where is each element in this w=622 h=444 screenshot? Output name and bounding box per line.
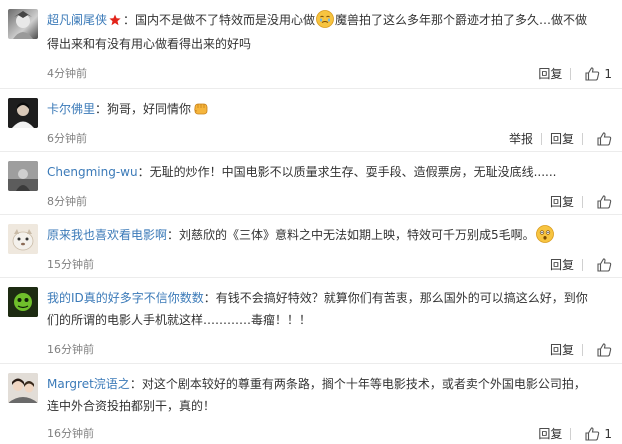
thumbs-up-icon: [597, 343, 612, 357]
reply-button[interactable]: 回复: [542, 194, 582, 210]
comment-body: ：狗哥，好同情你: [95, 102, 192, 116]
comment-item: 超凡阑尾侠 ：国内不是做不了特效而是没用心做 魔兽拍了这么多年那个爵迹才拍了多久…做…: [0, 0, 622, 89]
comment-item: 原来我也喜欢看电影啊：刘慈欣的《三体》意料之中无法如期上映，特效可千万别成5毛啊…: [0, 215, 622, 278]
comment-time: 16分钟前: [47, 343, 94, 356]
avatar[interactable]: [8, 161, 38, 191]
comment-body: ：无耻的炒作！中国电影不以质量求生存、耍手段、造假票房，无耻没底线......: [137, 165, 557, 179]
comment-actions: 回复: [542, 194, 612, 210]
like-button[interactable]: [583, 343, 612, 357]
comment-time: 8分钟前: [47, 195, 87, 208]
comment-username[interactable]: 我的ID真的好多字不信你数数: [47, 291, 204, 305]
like-button[interactable]: [583, 132, 612, 146]
comment-username[interactable]: 超凡阑尾侠: [47, 13, 107, 27]
avatar[interactable]: [8, 9, 38, 39]
thumbs-up-icon: [585, 67, 600, 81]
comment-time: 15分钟前: [47, 258, 94, 271]
comment-time: 4分钟前: [47, 67, 87, 80]
reply-button[interactable]: 回复: [542, 131, 582, 147]
comment-username[interactable]: Margret浣语之: [47, 377, 130, 391]
comment-actions: 回复: [542, 342, 612, 358]
comment-actions: 举报 回复: [501, 131, 612, 147]
comment-text: Margret浣语之：对这个剧本较好的尊重有两条路，搁个十年等电影技术，或者卖个…: [47, 373, 592, 417]
comment-item: Chengming-wu：无耻的炒作！中国电影不以质量求生存、耍手段、造假票房，…: [0, 152, 622, 215]
thumbs-up-icon: [585, 427, 600, 441]
comment-body: ：国内不是做不了特效而是没用心做: [123, 13, 316, 27]
avatar[interactable]: [8, 287, 38, 317]
reply-button[interactable]: 回复: [542, 257, 582, 273]
comment-username[interactable]: Chengming-wu: [47, 165, 138, 179]
comment-username[interactable]: 卡尔佛里: [47, 102, 95, 116]
comment-item: Margret浣语之：对这个剧本较好的尊重有两条路，搁个十年等电影技术，或者卖个…: [0, 364, 622, 444]
comment-actions: 回复 1: [530, 66, 612, 82]
comment-username[interactable]: 原来我也喜欢看电影啊: [47, 228, 167, 242]
like-button[interactable]: 1: [571, 427, 612, 441]
avatar[interactable]: [8, 373, 38, 403]
star-badge-icon: [109, 11, 121, 33]
comment-actions: 回复 1: [530, 426, 612, 442]
report-button[interactable]: 举报: [501, 131, 541, 147]
comment-time: 16分钟前: [47, 427, 94, 440]
comment-body: ：刘慈欣的《三体》意料之中无法如期上映，特效可千万别成5毛啊。: [167, 228, 535, 242]
like-button[interactable]: 1: [571, 67, 612, 81]
comment-text: 卡尔佛里：狗哥，好同情你: [47, 98, 592, 120]
like-count: 1: [604, 427, 612, 441]
comment-text: 超凡阑尾侠 ：国内不是做不了特效而是没用心做 魔兽拍了这么多年那个爵迹才拍了多久…做…: [47, 9, 592, 55]
fist-emoji-icon: [192, 99, 210, 117]
reply-button[interactable]: 回复: [530, 426, 570, 442]
comment-item: 卡尔佛里：狗哥，好同情你 6分钟前 举报 回复: [0, 89, 622, 152]
thumbs-up-icon: [597, 258, 612, 272]
comment-text: Chengming-wu：无耻的炒作！中国电影不以质量求生存、耍手段、造假票房，…: [47, 161, 592, 183]
comment-actions: 回复: [542, 257, 612, 273]
shocked-face-emoji-icon: [535, 225, 554, 243]
reply-button[interactable]: 回复: [530, 66, 570, 82]
comment-text: 我的ID真的好多字不信你数数：有钱不会搞好特效？就算你们有苦衷，那么国外的可以搞…: [47, 287, 592, 331]
like-button[interactable]: [583, 195, 612, 209]
comment-text: 原来我也喜欢看电影啊：刘慈欣的《三体》意料之中无法如期上映，特效可千万别成5毛啊…: [47, 224, 592, 246]
comment-list: 超凡阑尾侠 ：国内不是做不了特效而是没用心做 魔兽拍了这么多年那个爵迹才拍了多久…做…: [0, 0, 622, 444]
comment-time: 6分钟前: [47, 132, 87, 145]
reply-button[interactable]: 回复: [542, 342, 582, 358]
like-count: 1: [604, 67, 612, 81]
like-button[interactable]: [583, 258, 612, 272]
avatar[interactable]: [8, 98, 38, 128]
comment-item: 我的ID真的好多字不信你数数：有钱不会搞好特效？就算你们有苦衷，那么国外的可以搞…: [0, 278, 622, 364]
thumbs-up-icon: [597, 132, 612, 146]
tear-face-emoji-icon: [316, 10, 334, 28]
avatar[interactable]: [8, 224, 38, 254]
thumbs-up-icon: [597, 195, 612, 209]
